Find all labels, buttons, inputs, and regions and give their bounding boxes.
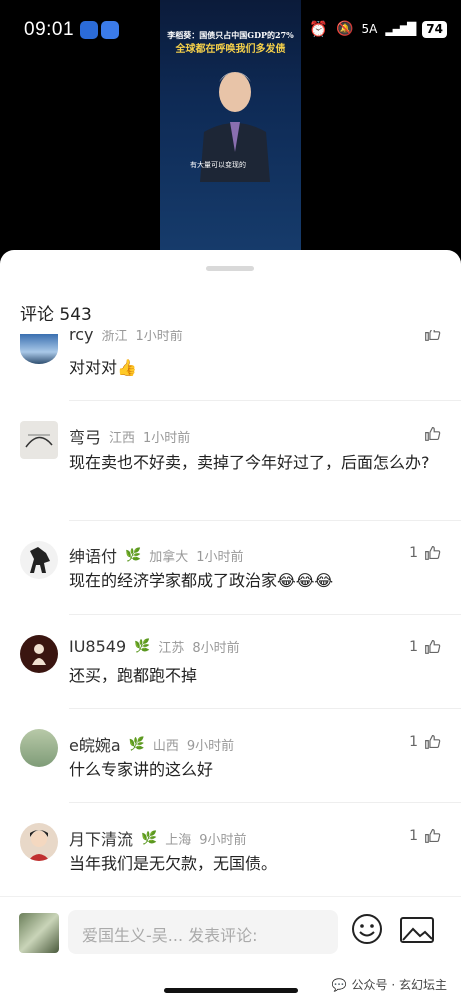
app-notification-icon (80, 21, 98, 39)
comment-text: 对对对👍 (69, 358, 137, 377)
laurel-badge-icon: 🌿 (141, 830, 158, 846)
wechat-icon: 💬 (331, 977, 347, 992)
comment-text: 现在卖也不好卖，卖掉了今年好过了，后面怎么办? (69, 453, 430, 472)
avatar-sketch-icon (25, 434, 53, 448)
avatar[interactable] (20, 729, 58, 767)
video-player[interactable]: 李稻葵：国债只占中国GDP的27% 全球都在呼唤我们多发债 有大量可以变现的 (160, 0, 301, 250)
comment-author[interactable]: 绅语付 (69, 543, 117, 567)
comment-divider (69, 520, 461, 521)
like-count: 1 (409, 733, 418, 750)
status-time: 09:01 (24, 19, 75, 40)
like-button[interactable]: 1 (409, 733, 441, 750)
like-button[interactable] (424, 425, 441, 442)
comment-divider (69, 708, 461, 709)
comment-text: 现在的经济学家都成了政治家😂😂😂 (69, 571, 334, 590)
mute-icon: 🔕 (336, 21, 354, 37)
comment-time: 1小时前 (196, 549, 244, 565)
comment-author[interactable]: 弯弓 (69, 424, 101, 448)
network-label: 5A (361, 22, 378, 36)
comment-author[interactable]: rcy (69, 330, 94, 344)
drag-handle[interactable] (206, 266, 254, 271)
thumbs-up-icon (425, 330, 441, 341)
comment-author[interactable]: IU8549 (69, 637, 126, 656)
comment-location: 江苏 (158, 641, 185, 656)
comment-divider (69, 614, 461, 615)
video-subtitle: 有大量可以变现的 (190, 161, 246, 169)
home-indicator[interactable] (164, 988, 298, 993)
like-button[interactable]: 1 (409, 638, 441, 655)
comment-time: 9小时前 (199, 832, 247, 848)
laurel-badge-icon: 🌿 (134, 639, 151, 654)
comment-divider (69, 802, 461, 803)
like-button[interactable]: 1 (409, 544, 441, 561)
comment-author[interactable]: e皖婉a (69, 732, 121, 756)
comment-location: 上海 (165, 832, 192, 848)
comment-location: 加拿大 (149, 549, 189, 565)
like-button[interactable]: 1 (409, 827, 441, 844)
like-button[interactable] (424, 330, 441, 342)
signal-icon: ▂▄▆█ (385, 22, 416, 36)
my-avatar[interactable] (19, 913, 59, 953)
comments-count: 543 (59, 305, 92, 325)
alarm-icon: ⏰ (309, 20, 329, 38)
message-notification-icon (101, 21, 119, 39)
thumbs-up-icon (425, 828, 441, 843)
thumbs-up-icon (425, 426, 441, 441)
like-count: 1 (409, 544, 418, 561)
comment-text: 当年我们是无欠款，无国债。 (69, 854, 278, 873)
horse-icon (30, 547, 50, 573)
watermark: 💬 公众号 · 玄幻坛主 (332, 976, 447, 993)
comments-label: 评论 (20, 305, 54, 325)
image-icon[interactable] (399, 915, 435, 945)
comment-divider (69, 400, 461, 401)
thumbs-up-icon (425, 545, 441, 560)
comment-time: 1小时前 (143, 430, 191, 446)
comment-text: 还买，跑都跑不掉 (69, 666, 198, 685)
comments-title: 评论 543 (20, 300, 92, 325)
like-count: 1 (409, 638, 418, 655)
avatar[interactable] (20, 823, 58, 861)
avatar[interactable] (20, 635, 58, 673)
avatar[interactable] (20, 421, 58, 459)
girl-icon (28, 830, 50, 861)
laurel-badge-icon: 🌿 (125, 547, 142, 563)
comment-time: 8小时前 (192, 641, 240, 656)
comment-location: 江西 (109, 430, 136, 446)
video-headline-main: 全球都在呼唤我们多发债 (175, 44, 286, 55)
emoji-icon[interactable] (350, 912, 384, 946)
avatar[interactable] (20, 334, 58, 364)
avatar[interactable] (20, 541, 58, 579)
thumbs-up-icon (425, 639, 441, 654)
laurel-badge-icon: 🌿 (128, 736, 145, 752)
comment-author[interactable]: 月下清流 (69, 826, 133, 850)
figure-icon (32, 644, 46, 665)
comment-input[interactable]: 爱国生义-吴... 发表评论: (68, 910, 338, 954)
comment-location: 浙江 (101, 330, 128, 344)
comment-text: 什么专家讲的这么好 (69, 760, 214, 779)
thumbs-up-icon (425, 734, 441, 749)
like-count: 1 (409, 827, 418, 844)
comment-location: 山西 (152, 738, 179, 754)
comment-time: 9小时前 (186, 738, 235, 754)
battery-indicator: 74 (422, 20, 447, 38)
comment-composer: 爱国生义-吴... 发表评论: (0, 896, 461, 968)
comment-time: 1小时前 (135, 330, 183, 344)
watermark-text: 公众号 · 玄幻坛主 (351, 978, 447, 992)
